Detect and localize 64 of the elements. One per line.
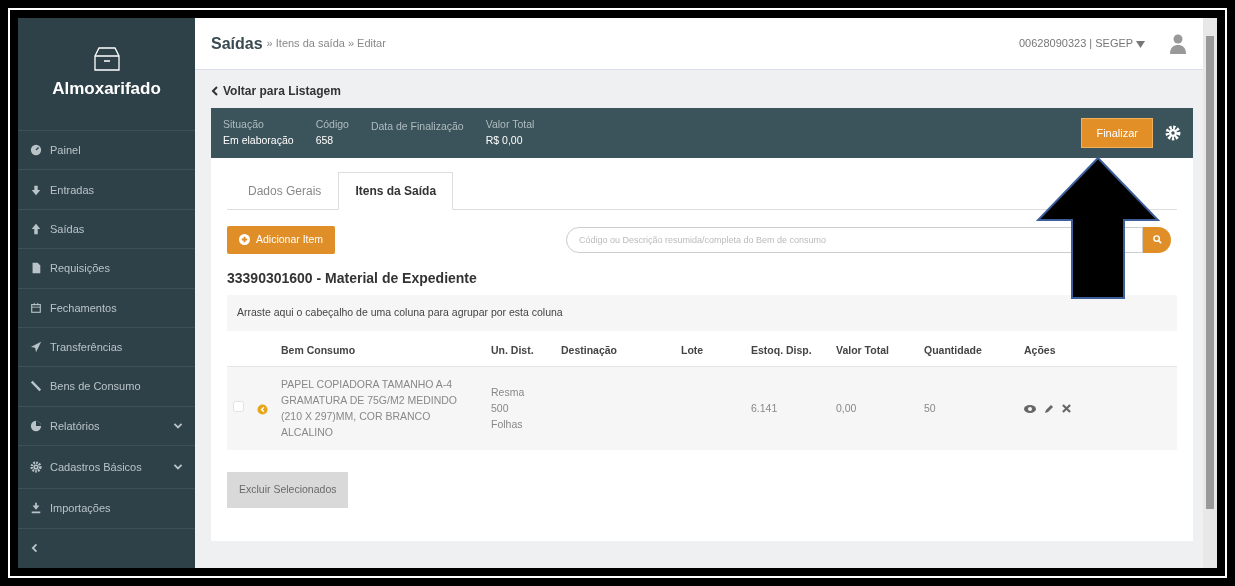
up-arrow-icon [30,223,42,235]
field-label: Valor Total [485,117,535,133]
sidebar-item[interactable]: Importações [18,489,195,529]
page-title: Saídas [211,33,263,54]
sidebar-item[interactable]: Transferências [18,327,195,368]
table-cell: 0,00 [830,366,918,451]
search-button[interactable] [1143,226,1171,253]
sidebar-item[interactable]: Saídas [18,209,195,250]
column-header: Ações [1018,330,1177,367]
sidebar-item[interactable]: Bens de Consumo [18,367,195,407]
column-header: Un. Dist. [485,330,555,367]
back-link[interactable]: Voltar para Listagem [211,82,341,100]
search-icon[interactable] [1152,235,1162,245]
plus-circle-icon[interactable] [239,234,250,246]
paper-plane-icon [30,341,42,354]
column-header: Quantidade [918,330,1018,367]
sidebar-item[interactable]: Painel [18,131,195,171]
tab[interactable]: Dados Gerais [231,172,339,210]
sidebar-item[interactable]: Relatórios [18,406,195,446]
table-cell: PAPEL COPIADORA TAMANHO A-4 GRAMATURA DE 75G/M2 MEDINDO (210 X 297)MM, COR BRANCO ALCALINO [275,366,485,451]
table-cell: 6.141 [745,366,830,451]
chevron-left-icon [30,543,40,554]
collapse-toggle-icon [257,403,268,415]
column-header: Destinação [555,330,675,367]
tab[interactable]: Itens da Saída [338,172,454,210]
document-icon [30,262,42,275]
app-title: Almoxarifado [52,78,161,101]
eye-icon[interactable] [1024,404,1036,413]
settings-icon[interactable] [1165,125,1181,141]
gear-icon [30,461,42,474]
group-drop-hint: Arraste aqui o cabeçalho de uma coluna para agrupar por esta coluna [227,294,1177,331]
sidebar-item[interactable]: Fechamentos [18,288,195,328]
sidebar-item[interactable]: Cadastros Básicos [18,446,195,490]
search-field[interactable]: Código ou Descrição resumida/completa do Bem de consumo [566,226,1143,253]
row-checkbox[interactable] [233,400,244,412]
breadcrumb: » Itens da saída » Editar [266,36,386,52]
column-header: Lote [675,330,745,367]
user-menu[interactable]: 00628090323 | SEGEP [1018,35,1145,52]
sidebar-item[interactable]: Requisições [18,249,195,289]
calendar-icon [30,301,42,314]
column-header: Estoq. Disp. [745,330,830,367]
caret-down-icon[interactable] [1136,40,1145,48]
field-label: Data de Finalização [370,118,464,134]
down-arrow-icon [30,183,42,196]
archive-box-icon [92,46,121,73]
chevron-left-icon[interactable] [211,86,219,96]
column-header: Valor Total [830,330,918,367]
user-avatar-icon [1169,33,1187,54]
group-title: 33390301600 - Material de Expediente [227,268,478,288]
sidebar-item[interactable]: Entradas [18,170,195,210]
field-value: R$ 0,00 [485,133,524,148]
table-cell: 50 [918,366,1018,451]
field-label: Código [315,117,349,133]
gauge-icon [30,144,42,157]
column-header: Bem Consumo [275,330,485,367]
close-icon[interactable] [1062,404,1071,414]
scrollbar[interactable] [1203,18,1217,568]
field-value: Em elaboração [223,133,294,148]
field-label: Situação [223,117,265,133]
field-value: 658 [315,133,335,148]
pie-chart-icon [30,419,42,432]
pencil-icon[interactable] [1044,403,1054,414]
table-cell: Resma 500 Folhas [485,366,555,451]
download-icon [30,502,42,515]
